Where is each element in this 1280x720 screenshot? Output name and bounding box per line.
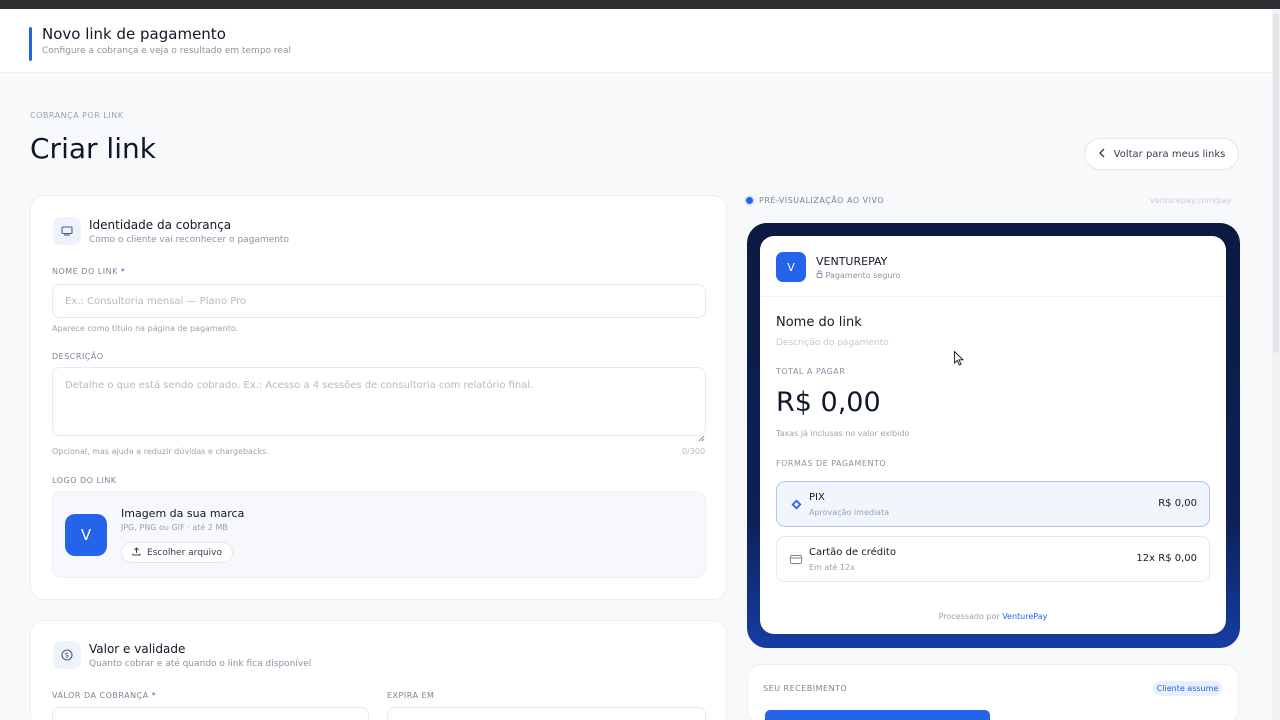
amount-label-text: VALOR DA COBRANÇA: [52, 691, 149, 700]
checkout-description: Descrição do pagamento: [776, 338, 889, 348]
credit-card-icon: [789, 552, 803, 566]
logo-formats: JPG, PNG ou GIF · até 2 MB: [121, 523, 228, 532]
upload-icon: [132, 546, 141, 559]
total-amount: R$ 0,00: [776, 387, 881, 418]
header-accent-bar: [29, 27, 32, 61]
preview-url: venturepay.com/pay: [1150, 196, 1232, 205]
checkout-footer: Processado por VenturePay: [760, 612, 1226, 621]
live-indicator-dot: [746, 197, 753, 204]
footer-brand: VenturePay: [1002, 612, 1048, 621]
preview-device-frame: V VENTUREPAY Pagamento seguro Nome do li…: [747, 223, 1240, 648]
payment-methods-label: FORMAS DE PAGAMENTO: [776, 459, 887, 468]
link-name-label-text: NOME DO LINK: [52, 267, 118, 276]
identity-card: Identidade da cobrança Como o cliente va…: [30, 195, 727, 600]
link-name-placeholder: Ex.: Consultoria mensal — Plano Pro: [65, 295, 247, 307]
header-subtitle: Configure a cobrança e veja o resultado …: [42, 46, 291, 56]
logo-title: Imagem da sua marca: [121, 507, 245, 520]
expires-label: EXPIRA EM: [387, 691, 435, 700]
description-counter: 0/300: [682, 447, 706, 456]
receipt-badge: Cliente assume: [1153, 681, 1222, 696]
page-scrollbar[interactable]: [1272, 9, 1280, 720]
pix-icon: [789, 497, 803, 511]
choose-file-button[interactable]: Escolher arquivo: [121, 542, 233, 563]
link-name-input[interactable]: Ex.: Consultoria mensal — Plano Pro: [52, 284, 706, 318]
value-card-title: Valor e validade: [89, 642, 186, 656]
total-label: TOTAL A PAGAR: [776, 367, 846, 376]
dollar-icon: $: [53, 641, 81, 669]
payment-method-pix[interactable]: PIX Aprovação imediata R$ 0,00: [776, 481, 1210, 527]
page-header: Novo link de pagamento Configure a cobra…: [0, 9, 1272, 73]
checkout-header: V VENTUREPAY Pagamento seguro: [760, 236, 1226, 297]
choose-file-label: Escolher arquivo: [147, 547, 222, 558]
monitor-icon: [53, 217, 81, 245]
required-mark: *: [120, 267, 126, 276]
lock-icon: [816, 270, 826, 280]
footer-prefix: Processado por: [938, 612, 1000, 621]
description-textarea[interactable]: Detalhe o que está sendo cobrado. Ex.: A…: [52, 367, 706, 436]
pix-name: PIX: [809, 492, 825, 503]
checkout-brand: VENTUREPAY: [816, 255, 888, 268]
description-help: Opcional, mas ajuda a reduzir dúvidas e …: [52, 447, 269, 456]
live-preview-label: PRÉ-VISUALIZAÇÃO AO VIVO: [759, 196, 885, 205]
logo-upload-box: V Imagem da sua marca JPG, PNG ou GIF · …: [52, 491, 706, 578]
logo-label: LOGO DO LINK: [52, 476, 117, 485]
credit-card-name: Cartão de crédito: [809, 547, 896, 558]
checkout-logo: V: [776, 252, 806, 282]
identity-card-subtitle: Como o cliente vai reconhecer o pagament…: [89, 235, 289, 245]
link-name-label: NOME DO LINK *: [52, 267, 125, 276]
tax-note: Taxas já inclusas no valor exibido: [776, 429, 910, 438]
preview-checkout-screen: V VENTUREPAY Pagamento seguro Nome do li…: [760, 236, 1226, 634]
description-placeholder: Detalhe o que está sendo cobrado. Ex.: A…: [65, 380, 534, 391]
logo-preview: V: [65, 514, 107, 556]
value-card: $ Valor e validade Quanto cobrar e até q…: [30, 620, 727, 720]
pix-value: R$ 0,00: [1158, 498, 1197, 509]
svg-text:$: $: [65, 652, 69, 660]
back-to-links-button[interactable]: Voltar para meus links: [1084, 138, 1239, 170]
back-button-label: Voltar para meus links: [1113, 148, 1226, 160]
scrollbar-thumb[interactable]: [1273, 13, 1279, 353]
credit-card-value: 12x R$ 0,00: [1136, 553, 1197, 564]
chevron-left-icon: [1098, 148, 1106, 161]
page-title: Criar link: [30, 132, 156, 165]
window-top-strip: [0, 0, 1280, 9]
value-card-subtitle: Quanto cobrar e até quando o link fica d…: [89, 659, 312, 669]
secure-text: Pagamento seguro: [825, 271, 901, 280]
expires-input[interactable]: [387, 707, 706, 720]
header-title: Novo link de pagamento: [42, 25, 226, 43]
pix-subtitle: Aprovação imediata: [809, 508, 890, 517]
textarea-resize-handle[interactable]: [698, 427, 705, 442]
amount-required-mark: *: [151, 691, 157, 700]
receipt-label: SEU RECEBIMENTO: [763, 684, 848, 693]
checkout-link-name: Nome do link: [776, 315, 862, 330]
amount-label: VALOR DA COBRANÇA *: [52, 691, 156, 700]
page-eyebrow: COBRANÇA POR LINK: [30, 111, 124, 120]
link-name-help: Aparece como título na página de pagamen…: [52, 324, 239, 333]
description-label: DESCRIÇÃO: [52, 352, 104, 361]
secure-badge: Pagamento seguro: [816, 270, 901, 280]
payment-method-credit-card[interactable]: Cartão de crédito Em até 12x 12x R$ 0,00: [776, 536, 1210, 582]
credit-card-subtitle: Em até 12x: [809, 563, 855, 572]
identity-card-title: Identidade da cobrança: [89, 218, 232, 232]
receipt-option-bar[interactable]: [765, 710, 990, 720]
amount-input[interactable]: [52, 707, 369, 720]
